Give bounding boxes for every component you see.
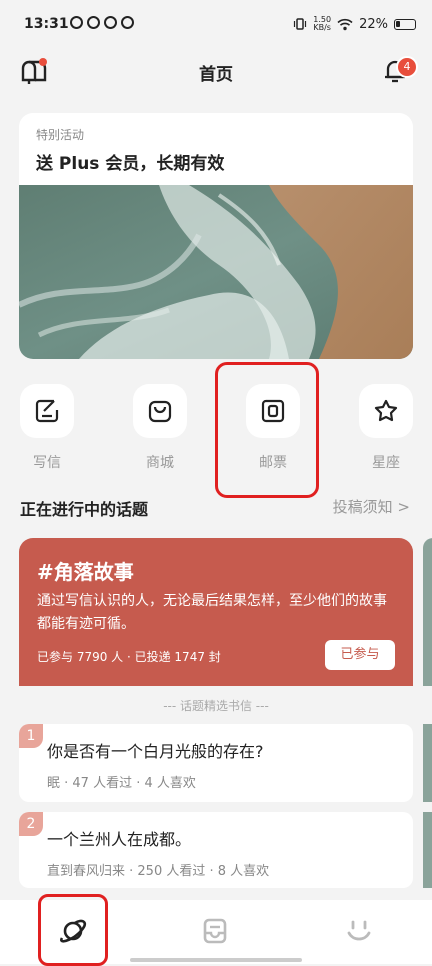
banner-tag: 特别活动 — [36, 128, 85, 142]
letter-item[interactable]: 1 你是否有一个白月光般的存在? 眠 · 47 人看过 · 4 人喜欢 — [19, 724, 413, 802]
app-notification-icon — [87, 16, 100, 29]
letter-title: 一个兰州人在成都。 — [47, 830, 192, 849]
vibrate-icon — [294, 18, 307, 30]
topic-card[interactable]: #角落故事 通过写信认识的人，无论最后结果怎样，至少他们的故事都能有迹可循。 已… — [19, 538, 413, 686]
page-title: 首页 — [199, 65, 233, 85]
wifi-icon — [337, 18, 353, 30]
app-notification-icon — [121, 16, 134, 29]
home-indicator[interactable] — [130, 958, 302, 962]
notification-bell-button[interactable]: 4 — [382, 56, 418, 88]
quick-entry-label: 写信 — [33, 455, 61, 471]
write-letter-icon — [20, 384, 74, 438]
status-bar: 13:31 1.50 KB/s 22% — [0, 0, 432, 50]
highlight-annotation-box — [38, 894, 108, 966]
letter-rank: 2 — [19, 812, 43, 836]
letter-meta: 眠 · 47 人看过 · 4 人喜欢 — [47, 776, 196, 791]
letter-title: 你是否有一个白月光般的存在? — [47, 742, 264, 761]
shop-bag-icon — [133, 384, 187, 438]
weibo-icon — [104, 16, 117, 29]
inbox-icon — [203, 918, 227, 944]
topic-title: #角落故事 — [37, 560, 134, 584]
smile-icon — [347, 920, 371, 941]
notification-badge: 4 — [396, 56, 418, 78]
beach-waves-image — [19, 185, 413, 359]
tab-profile[interactable] — [344, 916, 374, 950]
next-column-edge — [423, 812, 432, 888]
status-app-icons — [70, 16, 134, 29]
joined-button[interactable]: 已参与 — [325, 640, 395, 670]
letter-item[interactable]: 2 一个兰州人在成都。 直到春风归来 · 250 人看过 · 8 人喜欢 — [19, 812, 413, 888]
star-icon — [359, 384, 413, 438]
top-nav: 首页 4 — [0, 50, 432, 96]
quick-entry-label: 星座 — [372, 455, 400, 471]
highlight-annotation-box — [215, 362, 319, 498]
battery-icon — [394, 18, 416, 30]
quick-entry-label: 商城 — [146, 455, 174, 471]
quick-entry-write[interactable]: 写信 — [19, 384, 75, 471]
quick-entry-shop[interactable]: 商城 — [132, 384, 188, 471]
letter-rank: 1 — [19, 724, 43, 748]
battery-percent: 22% — [359, 16, 388, 32]
letter-meta: 直到春风归来 · 250 人看过 · 8 人喜欢 — [47, 864, 270, 879]
next-column-edge — [423, 724, 432, 802]
app-notification-icon — [70, 16, 83, 29]
section-title: 正在进行中的话题 — [20, 500, 149, 519]
net-speed-unit: KB/s — [313, 23, 331, 32]
status-right: 1.50 KB/s 22% — [293, 16, 416, 32]
submission-guidelines-link[interactable]: 投稿须知 > — [333, 496, 410, 517]
net-speed: 1.50 KB/s — [313, 16, 331, 32]
quick-entry-constellation[interactable]: 星座 — [358, 384, 414, 471]
banner-headline: 送 Plus 会员，长期有效 — [36, 154, 225, 174]
topic-description: 通过写信认识的人，无论最后结果怎样，至少他们的故事都能有迹可循。 — [37, 593, 387, 632]
picked-letters-label: --- 话题精选书信 --- — [163, 699, 269, 713]
next-topic-card-edge[interactable] — [423, 538, 432, 686]
event-banner[interactable]: 特别活动 送 Plus 会员，长期有效 — [19, 113, 413, 359]
topic-stats: 已参与 7790 人 · 已投递 1747 封 — [37, 650, 221, 664]
status-time: 13:31 — [24, 16, 69, 32]
tab-mailbox[interactable] — [200, 916, 230, 950]
